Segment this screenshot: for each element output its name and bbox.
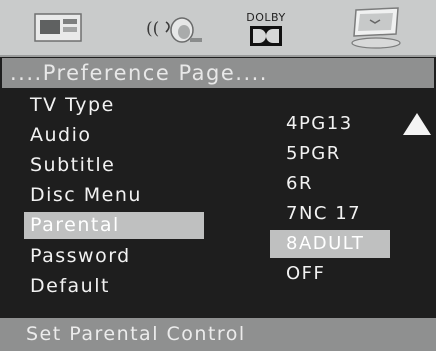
page-title: ....Preference Page....	[2, 58, 434, 88]
menu-item-audio[interactable]: Audio	[24, 122, 204, 149]
menu-item-subtitle[interactable]: Subtitle	[24, 152, 204, 179]
menu-item-default[interactable]: Default	[24, 273, 204, 300]
menu-item-password[interactable]: Password	[24, 243, 204, 270]
option-7nc17[interactable]: 7NC 17	[270, 200, 390, 228]
option-8adult[interactable]: 8ADULT	[270, 230, 390, 258]
option-6r[interactable]: 6R	[270, 170, 390, 198]
preference-monitor-icon[interactable]	[346, 6, 406, 50]
menu-item-parental[interactable]: Parental	[24, 212, 204, 239]
option-4pg13[interactable]: 4PG13	[270, 110, 390, 138]
menu-item-tv-type[interactable]: TV Type	[24, 92, 204, 119]
menu-item-disc-menu[interactable]: Disc Menu	[24, 182, 204, 209]
dolby-label: DOLBY	[246, 11, 286, 24]
setup-icon-bar: (( DOLBY	[0, 0, 436, 57]
tv-monitor-icon[interactable]	[34, 13, 84, 43]
dolby-icon[interactable]: DOLBY	[246, 11, 286, 51]
help-text: Set Parental Control	[0, 318, 436, 351]
option-5pgr[interactable]: 5PGR	[270, 140, 390, 168]
scroll-up-arrow-icon[interactable]	[403, 113, 431, 135]
svg-text:((: ((	[146, 19, 159, 39]
speaker-sound-icon[interactable]: ((	[146, 14, 204, 46]
option-off[interactable]: OFF	[270, 260, 390, 288]
osd-screen: (( DOLBY ....Preference Page.... TV Type	[0, 0, 436, 351]
